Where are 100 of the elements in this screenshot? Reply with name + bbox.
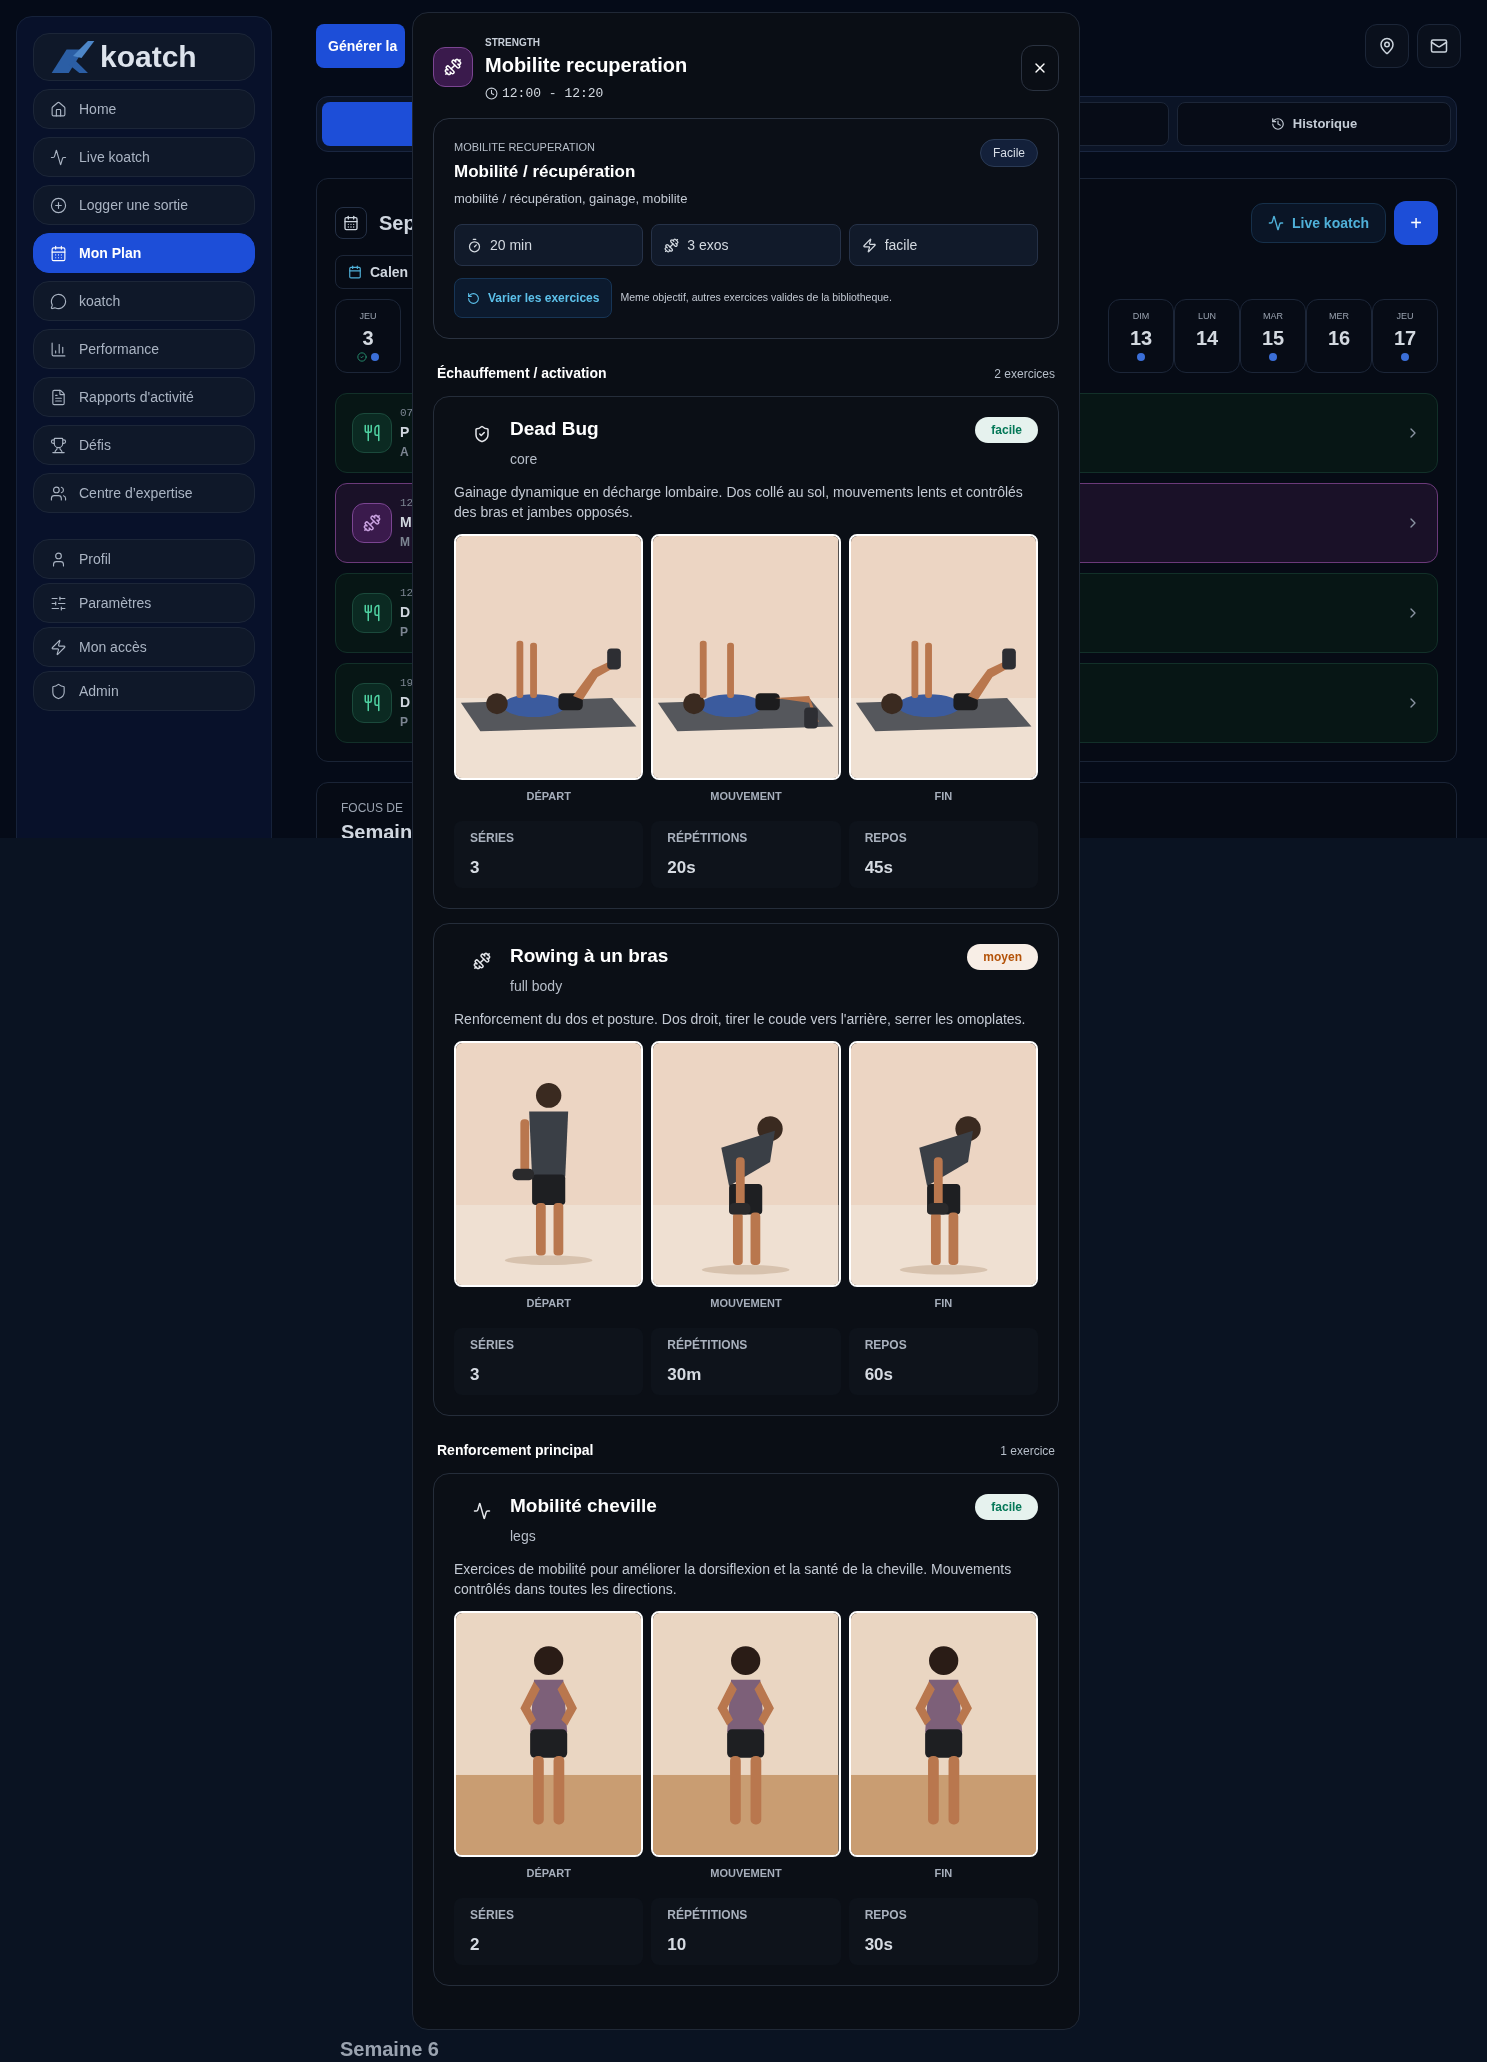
nav-item[interactable]: Mon accès [33, 627, 255, 667]
stat-value: 3 [470, 856, 481, 879]
day-name: LUN [1198, 310, 1216, 324]
stat-label: RÉPÉTITIONS [667, 1906, 749, 1924]
nav-item[interactable]: Paramètres [33, 583, 255, 623]
stat-label: REPOS [864, 829, 908, 847]
day-tile[interactable]: DIM 13 [1108, 299, 1174, 373]
day-number: 17 [1393, 325, 1417, 350]
day-name: DIM [1132, 310, 1150, 324]
nav-item[interactable]: Profil [33, 539, 255, 579]
nav-item[interactable]: Centre d’expertise [33, 473, 255, 513]
focus-label: FOCUS DE [341, 800, 403, 817]
stat-value: 60s [864, 1363, 895, 1386]
event-subtitle: P [400, 623, 408, 641]
exercise-name: Dead Bug [510, 417, 600, 441]
stat-value: 10 [667, 1933, 688, 1956]
summary-stat: 3 exos [651, 224, 841, 266]
section-count: 1 exercice [1000, 1442, 1055, 1460]
workout-time: 12:00 - 12:20 [502, 85, 604, 103]
stat-value: 30s [864, 1933, 895, 1956]
nav-item[interactable]: Rapports d'activité [33, 377, 255, 417]
section-title: Renforcement principal [437, 1441, 594, 1460]
event-title: D [400, 602, 411, 622]
day-tile[interactable]: LUN 14 [1174, 299, 1240, 373]
day-name: MER [1329, 310, 1349, 324]
workout-title: Mobilite recuperation [485, 53, 688, 78]
nav-item[interactable]: Admin [33, 671, 255, 711]
day-name: MAR [1263, 310, 1283, 324]
event-subtitle: P [400, 713, 408, 731]
nav-item[interactable]: Mon Plan [33, 233, 255, 273]
day-number: 15 [1261, 325, 1285, 350]
event-time: 12 [400, 586, 414, 602]
day-number: 14 [1195, 325, 1219, 350]
stat-label: SÉRIES [470, 1336, 515, 1354]
image-caption: DÉPART [526, 789, 571, 804]
nav-item[interactable]: koatch [33, 281, 255, 321]
exercise-muscle: full body [510, 977, 564, 996]
image-caption: FIN [934, 789, 953, 804]
nav-item[interactable]: Home [33, 89, 255, 129]
difficulty-badge: Facile [980, 138, 1038, 167]
stat-label: REPOS [864, 1906, 908, 1924]
event-subtitle: M [400, 533, 410, 551]
stat-label: REPOS [864, 1336, 908, 1354]
exercise-muscle: legs [510, 1527, 537, 1546]
summary-overline: MOBILITE RECUPERATION [454, 139, 596, 155]
stat-value: 45s [864, 856, 895, 879]
nav-item[interactable]: Performance [33, 329, 255, 369]
summary-title: Mobilité / récupération [454, 161, 637, 183]
stat-value: 30m [667, 1363, 703, 1386]
nav-item[interactable]: Live koatch [33, 137, 255, 177]
logo-text: koatch [100, 42, 197, 72]
day-tile[interactable]: JEU 17 [1372, 299, 1438, 373]
workout-category: STRENGTH [485, 36, 541, 50]
exercise-description: Renforcement du dos et posture. Dos droit, tirer le coude vers l'arrière, serrer les omoplates. [454, 1010, 1027, 1029]
image-caption: DÉPART [526, 1866, 571, 1881]
day-tile[interactable]: JEU 3 [335, 299, 401, 373]
tab[interactable]: Historique [1177, 102, 1451, 146]
stat-value: 3 [470, 1363, 481, 1386]
day-number: 13 [1129, 325, 1153, 350]
event-title: M [400, 512, 412, 532]
image-caption: MOUVEMENT [710, 789, 782, 804]
event-subtitle: A [400, 443, 409, 461]
stat-label: RÉPÉTITIONS [667, 829, 749, 847]
stat-value: 20s [667, 856, 697, 879]
day-name: JEU [359, 310, 377, 324]
event-time: 19 [400, 676, 414, 692]
generate-button[interactable]: Générer la [316, 24, 406, 68]
exercise-name: Rowing à un bras [510, 944, 670, 968]
day-number: 16 [1327, 325, 1351, 350]
vary-button[interactable]: Varier les exercices [454, 278, 613, 318]
event-title: D [400, 692, 411, 712]
event-time: 07 [400, 406, 414, 422]
exercise-description: Exercices de mobilité pour améliorer la dorsiflexion et la santé de la cheville. Mouvements contrôlés dans toutes les directions. [454, 1560, 1013, 1599]
image-caption: FIN [934, 1866, 953, 1881]
difficulty-badge: facile [975, 1494, 1038, 1520]
exercise-description: Gainage dynamique en décharge lombaire. Dos collé au sol, mouvements lents et contrôlés des bras et jambes opposés. [454, 483, 1024, 522]
summary-tags: mobilité / récupération, gainage, mobilite [454, 188, 688, 208]
summary-stat: 20 min [454, 224, 644, 266]
image-caption: DÉPART [526, 1296, 571, 1311]
nav-item[interactable]: Défis [33, 425, 255, 465]
image-caption: MOUVEMENT [710, 1296, 782, 1311]
stat-label: SÉRIES [470, 829, 515, 847]
image-caption: FIN [934, 1296, 953, 1311]
live-button[interactable]: Live koatch [1250, 203, 1386, 243]
day-name: JEU [1396, 310, 1414, 324]
stat-label: SÉRIES [470, 1906, 515, 1924]
week-title: Semaine 6 [340, 2037, 439, 2062]
add-button[interactable]: + [1394, 201, 1438, 245]
stat-label: RÉPÉTITIONS [667, 1336, 749, 1354]
day-tile[interactable]: MER 16 [1306, 299, 1372, 373]
day-tile[interactable]: MAR 15 [1240, 299, 1306, 373]
section-title: Échauffement / activation [437, 364, 607, 383]
exercise-name: Mobilité cheville [510, 1494, 658, 1518]
event-title: P [400, 422, 410, 442]
event-time: 12 [400, 496, 414, 512]
section-count: 2 exercices [994, 365, 1055, 383]
day-number: 3 [362, 325, 374, 350]
vary-note: Meme objectif, autres exercices valides de la bibliotheque. [620, 290, 892, 306]
nav-item[interactable]: Logger une sortie [33, 185, 255, 225]
summary-stat: facile [848, 224, 1038, 266]
